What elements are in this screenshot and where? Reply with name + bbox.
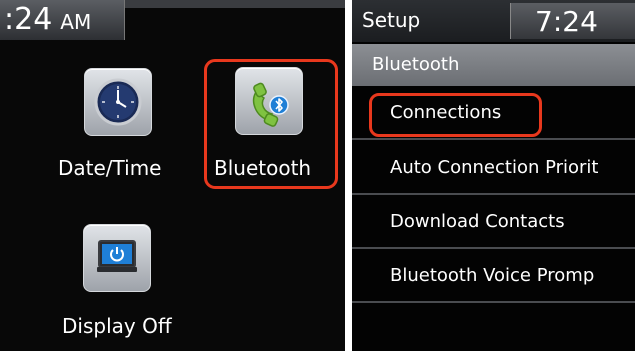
clock-time: :24 [4, 2, 53, 37]
menu-item-auto-connection-priority[interactable]: Auto Connection Priorit [352, 145, 635, 195]
top-strip [125, 0, 345, 8]
menu-item-label: Auto Connection Priorit [390, 157, 599, 178]
bluetooth-section-header: Bluetooth [352, 44, 635, 86]
clock-icon [94, 78, 142, 126]
clock-display: :24 AM [4, 3, 91, 37]
status-bar: :24 AM [0, 0, 125, 40]
menu-item-download-contacts[interactable]: Download Contacts [352, 199, 635, 249]
bluetooth-highlight-box [204, 59, 338, 189]
setup-header: Setup 7:24 [352, 0, 635, 42]
date-time-label: Date/Time [58, 156, 162, 180]
display-off-button[interactable] [83, 224, 151, 292]
date-time-button[interactable] [84, 68, 152, 136]
setup-bluetooth-menu-screen: Setup 7:24 Bluetooth Connections Auto Co… [352, 0, 635, 351]
page-title: Setup [362, 8, 421, 32]
menu-item-bluetooth-voice-prompt[interactable]: Bluetooth Voice Promp [352, 253, 635, 303]
clock-ampm: AM [60, 10, 92, 34]
setup-icon-screen: :24 AM Date/Time Bluetooth Display Off [0, 0, 345, 351]
menu-item-label: Download Contacts [390, 211, 565, 232]
display-off-icon [97, 240, 137, 272]
menu-item-label: Bluetooth Voice Promp [390, 265, 595, 286]
section-header-label: Bluetooth [372, 54, 460, 75]
display-off-label: Display Off [62, 314, 172, 338]
clock-time: 7:24 [535, 5, 598, 38]
clock-box: 7:24 [510, 3, 635, 39]
connections-highlight-box [369, 93, 542, 137]
